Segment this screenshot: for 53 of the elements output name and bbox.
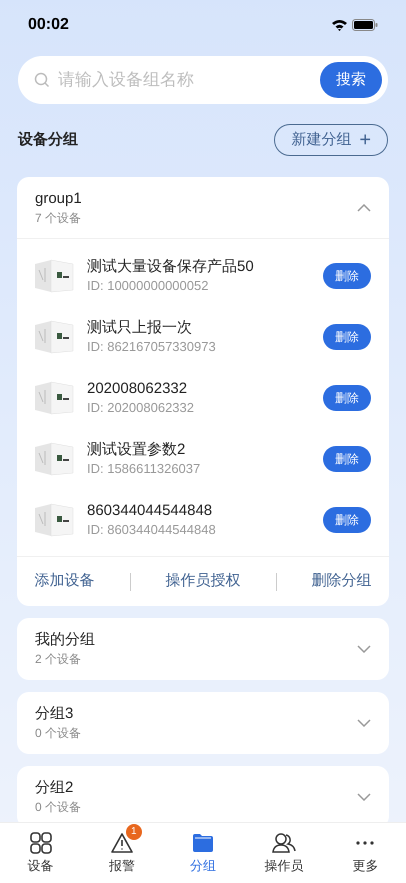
tab-bar-item[interactable]: 分组	[162, 824, 244, 876]
tab-bar-item[interactable]: 设备	[0, 824, 82, 876]
notification-badge: 1	[126, 824, 142, 840]
new-group-button[interactable]: 新建分组 +	[274, 124, 388, 156]
people-icon	[272, 832, 296, 854]
search-button[interactable]: 搜索	[320, 62, 382, 98]
group-header[interactable]: 分组2 0 个设备	[17, 766, 389, 822]
tab-bar-item[interactable]: 1 报警	[81, 824, 162, 876]
device-count: 7 个设备	[35, 210, 82, 226]
delete-button[interactable]: 删除	[323, 446, 371, 472]
grid-icon	[30, 832, 52, 854]
group-action-link[interactable]: 添加设备	[34, 570, 94, 593]
group-action-link[interactable]: 操作员授权	[166, 570, 240, 593]
delete-button[interactable]: 删除	[323, 324, 371, 350]
device-id: ID: 202008062332	[87, 398, 195, 416]
delete-button[interactable]: 删除	[323, 384, 371, 410]
more-icon	[356, 841, 374, 845]
device-id: ID: 860344044544848	[87, 520, 217, 538]
device-name: 202008062332	[87, 378, 188, 398]
group-header[interactable]: 我的分组 2 个设备	[17, 618, 389, 680]
device-name: 测试大量设备保存产品50	[87, 256, 255, 276]
group-header[interactable]: 分组3 0 个设备	[17, 692, 389, 754]
device-id: ID: 862167057330973	[87, 338, 217, 356]
tab-bar-item[interactable]: 操作员	[244, 824, 325, 876]
device-name: 测试设置参数2	[87, 440, 186, 460]
group-header[interactable]: group1 7 个设备	[17, 177, 389, 239]
chevron-down-icon[interactable]	[357, 719, 371, 727]
device-count: 0 个设备	[35, 799, 82, 816]
search-icon	[34, 72, 50, 88]
device-name: 860344044544848	[87, 500, 214, 520]
group-name: group1	[35, 188, 82, 208]
status-time: 00:02	[28, 15, 69, 35]
device-name: 测试只上报一次	[87, 318, 193, 338]
device-count: 2 个设备	[35, 651, 82, 668]
device-id: ID: 1586611326037	[87, 460, 202, 478]
group-name: 分组3	[35, 704, 74, 724]
battery-icon	[352, 19, 378, 31]
device-id: ID: 10000000000052	[87, 276, 210, 294]
wifi-icon	[331, 19, 348, 31]
chevron-down-icon[interactable]	[357, 793, 371, 801]
warning-icon	[110, 832, 134, 854]
device-count: 0 个设备	[35, 725, 82, 742]
folder-icon	[192, 833, 214, 853]
group-name: 我的分组	[35, 630, 95, 650]
tab-bar-item[interactable]: 更多	[324, 824, 406, 876]
section-title: 设备分组	[18, 130, 78, 150]
delete-button[interactable]: 删除	[323, 262, 371, 288]
group-action-link[interactable]: 删除分组	[312, 570, 372, 593]
delete-button[interactable]: 删除	[323, 506, 371, 532]
chevron-up-icon[interactable]	[357, 204, 371, 212]
group-name: 分组2	[35, 778, 74, 798]
chevron-down-icon[interactable]	[357, 645, 371, 653]
search-field[interactable]: 请输入设备组名称 搜索	[18, 56, 388, 104]
